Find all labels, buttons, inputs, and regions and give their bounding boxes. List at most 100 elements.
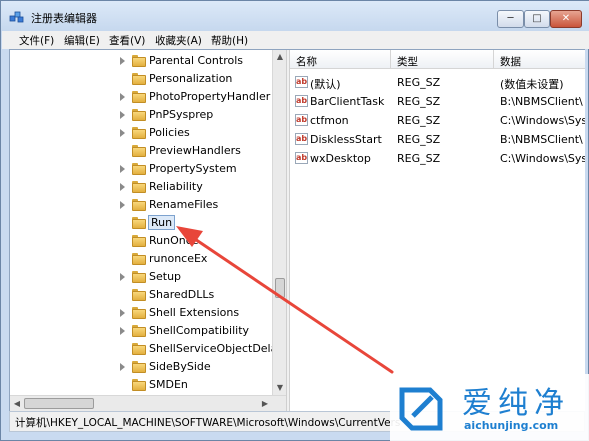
tree-item[interactable]: PnPSysprep — [10, 106, 272, 124]
tree-item[interactable]: SMDEn — [10, 376, 272, 394]
scroll-down-arrow-icon[interactable]: ▼ — [273, 381, 287, 395]
watermark: 爱纯净 aichunjing.com — [390, 374, 589, 441]
value-type: REG_SZ — [397, 133, 441, 146]
tree-item-label: PreviewHandlers — [149, 144, 241, 157]
minimize-button[interactable]: ─ — [497, 10, 524, 28]
tree-item-label: Parental Controls — [149, 54, 243, 67]
scroll-left-arrow-icon[interactable]: ◀ — [10, 397, 24, 411]
folder-icon — [132, 73, 146, 85]
tree-item[interactable]: PropertySystem — [10, 160, 272, 178]
column-header-type[interactable]: 类型 — [397, 54, 418, 69]
tree-item-label: SideBySide — [149, 360, 211, 373]
tree-item[interactable]: Reliability — [10, 178, 272, 196]
expand-arrow-icon[interactable] — [120, 57, 125, 65]
tree-item[interactable]: RunOnce — [10, 232, 272, 250]
string-value-icon: ab — [295, 152, 308, 164]
maximize-button[interactable]: □ — [524, 10, 550, 28]
close-button[interactable]: ✕ — [550, 10, 582, 28]
tree-scroll-thumb[interactable] — [275, 278, 285, 298]
tree-item[interactable]: RenameFiles — [10, 196, 272, 214]
expand-arrow-icon[interactable] — [120, 165, 125, 173]
tree-item[interactable]: SideBySide — [10, 358, 272, 376]
list-header: 名称 类型 数据 — [290, 50, 585, 69]
tree-vertical-scrollbar[interactable]: ▲ ▼ — [272, 50, 286, 395]
menu-edit[interactable]: 编辑(E) — [64, 33, 100, 48]
tree-item[interactable]: PhotoPropertyHandler — [10, 88, 272, 106]
menu-view[interactable]: 查看(V) — [109, 33, 145, 48]
value-row[interactable]: ab DisklessStart REG_SZ B:\NBMSClient\ — [290, 130, 585, 149]
value-row[interactable]: ab wxDesktop REG_SZ C:\Windows\Sys — [290, 149, 585, 168]
tree-item-label: Setup — [149, 270, 182, 283]
value-data: C:\Windows\Sys — [500, 114, 585, 127]
tree-item-label: SharedDLLs — [149, 288, 215, 301]
value-data: (数值未设置) — [500, 78, 564, 91]
tree-item[interactable]: ShellCompatibility — [10, 322, 272, 340]
status-path: 计算机\HKEY_LOCAL_MACHINE\SOFTWARE\Microsof… — [15, 417, 401, 429]
column-divider[interactable] — [493, 50, 494, 69]
folder-icon — [132, 91, 146, 103]
folder-icon — [132, 145, 146, 157]
expand-arrow-icon[interactable] — [120, 273, 125, 281]
value-row[interactable]: ab BarClientTask REG_SZ B:\NBMSClient\ — [290, 92, 585, 111]
value-row[interactable]: ab (默认) REG_SZ (数值未设置) — [290, 73, 585, 92]
editor-panes: Parental Controls Personalization PhotoPro… — [9, 49, 585, 411]
folder-icon — [132, 55, 146, 67]
expand-arrow-icon[interactable] — [120, 129, 125, 137]
watermark-title: 爱纯净 — [462, 386, 570, 421]
watermark-url: aichunjing.com — [464, 419, 559, 432]
value-row[interactable]: ab ctfmon REG_SZ C:\Windows\Sys — [290, 111, 585, 130]
tree-item-label: RunOnce — [149, 234, 199, 247]
registry-key-tree[interactable]: Parental Controls Personalization PhotoPro… — [10, 50, 286, 395]
folder-icon — [132, 289, 146, 301]
tree-item[interactable]: Setup — [10, 268, 272, 286]
watermark-logo-icon — [399, 387, 443, 431]
registry-editor-icon — [9, 11, 24, 23]
tree-item-label: PhotoPropertyHandler — [149, 90, 271, 103]
tree-horizontal-scrollbar[interactable]: ◀ ▶ — [10, 395, 286, 411]
expand-arrow-icon[interactable] — [120, 363, 125, 371]
value-name: BarClientTask — [310, 95, 385, 108]
folder-icon — [132, 307, 146, 319]
column-header-name[interactable]: 名称 — [296, 54, 317, 69]
value-type: REG_SZ — [397, 95, 441, 108]
expand-arrow-icon[interactable] — [120, 111, 125, 119]
tree-item[interactable]: Shell Extensions — [10, 304, 272, 322]
tree-item[interactable]: ShellServiceObjectDelayL — [10, 340, 286, 358]
tree-item[interactable]: Run — [10, 214, 272, 232]
tree-item-label: ShellCompatibility — [149, 324, 250, 337]
menu-help[interactable]: 帮助(H) — [211, 33, 248, 48]
column-divider[interactable] — [390, 50, 391, 69]
tree-item[interactable]: runonceEx — [10, 250, 272, 268]
menu-favorites[interactable]: 收藏夹(A) — [155, 33, 202, 48]
scroll-right-arrow-icon[interactable]: ▶ — [258, 397, 272, 411]
folder-icon — [132, 343, 146, 355]
window-title: 注册表编辑器 — [31, 12, 97, 25]
folder-icon — [132, 325, 146, 337]
folder-icon — [132, 235, 146, 247]
expand-arrow-icon[interactable] — [120, 201, 125, 209]
value-name: (默认) — [310, 78, 341, 91]
tree-hscroll-thumb[interactable] — [24, 398, 94, 409]
expand-arrow-icon[interactable] — [120, 309, 125, 317]
tree-item[interactable]: SharedDLLs — [10, 286, 272, 304]
value-type: REG_SZ — [397, 114, 441, 127]
folder-icon — [132, 361, 146, 373]
column-header-data[interactable]: 数据 — [500, 54, 521, 69]
scroll-up-arrow-icon[interactable]: ▲ — [273, 50, 287, 64]
folder-icon — [132, 379, 146, 391]
tree-item-label: Reliability — [149, 180, 203, 193]
folder-icon — [132, 271, 146, 283]
tree-item-label: Run — [148, 215, 176, 230]
tree-item-label: RenameFiles — [149, 198, 219, 211]
tree-item[interactable]: Policies — [10, 124, 272, 142]
expand-arrow-icon[interactable] — [120, 93, 125, 101]
expand-arrow-icon[interactable] — [120, 183, 125, 191]
tree-item[interactable]: PreviewHandlers — [10, 142, 272, 160]
folder-icon — [132, 163, 146, 175]
expand-arrow-icon[interactable] — [120, 327, 125, 335]
tree-item[interactable]: Personalization — [10, 70, 272, 88]
tree-item[interactable]: Parental Controls — [10, 52, 272, 70]
menu-bar: 文件(F) 编辑(E) 查看(V) 收藏夹(A) 帮助(H) — [2, 31, 589, 49]
menu-file[interactable]: 文件(F) — [19, 33, 54, 48]
title-bar[interactable]: 注册表编辑器 ─ □ ✕ — [1, 1, 589, 31]
